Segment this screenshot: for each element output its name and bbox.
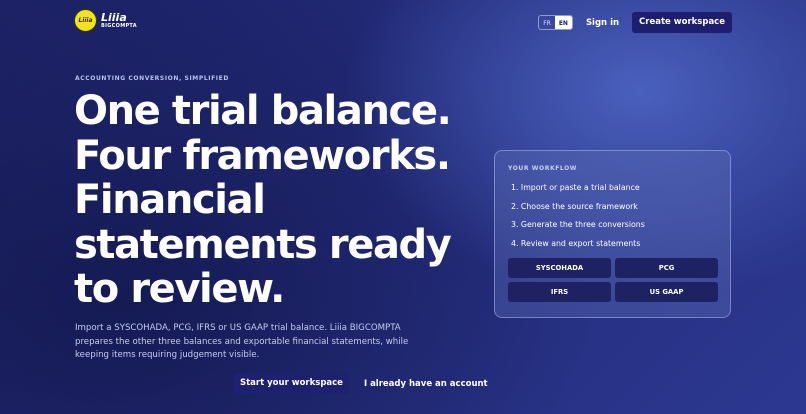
hero-eyebrow: ACCOUNTING CONVERSION, SIMPLIFIED <box>75 75 229 82</box>
framework-grid: SYSCOHADA PCG IFRS US GAAP <box>508 257 718 302</box>
hero-description: Import a SYSCOHADA, PCG, IFRS or US GAAP… <box>75 323 409 360</box>
brand-name: Liiia <box>101 11 127 24</box>
workflow-step: 2. Choose the source framework <box>511 201 638 211</box>
create-workspace-button[interactable]: Create workspace <box>632 12 732 33</box>
headline-line: to review. <box>74 266 285 312</box>
top-nav: FR EN Sign in Create workspace <box>538 12 732 33</box>
brand-logo[interactable]: Liiia Liiia BIGCOMPTA <box>74 9 137 32</box>
workflow-steps: 1. Import or paste a trial balance 2. Ch… <box>508 179 717 254</box>
headline-line: Financial <box>74 177 266 223</box>
headline-line: statements ready <box>74 221 452 268</box>
workflow-step: 3. Generate the three conversions <box>511 220 645 230</box>
start-workspace-button[interactable]: Start your workspace <box>234 373 349 394</box>
hero-cta-row: Start your workspace I already have an a… <box>234 373 488 394</box>
existing-account-link[interactable]: I already have an account <box>364 379 488 389</box>
brand-subtitle: BIGCOMPTA <box>101 23 137 29</box>
workflow-card: YOUR WORKFLOW 1. Import or paste a trial… <box>494 150 731 318</box>
logo-wordmark: Liiia BIGCOMPTA <box>101 12 137 29</box>
hero-headline: One trial balance. Four frameworks. Fina… <box>74 88 452 312</box>
workflow-title: YOUR WORKFLOW <box>508 165 578 172</box>
logo-badge-icon: Liiia <box>74 9 97 32</box>
framework-syscohada-button[interactable]: SYSCOHADA <box>508 257 611 278</box>
lang-option-en[interactable]: EN <box>554 16 572 29</box>
logo-badge-text: Liiia <box>78 17 93 24</box>
lang-option-fr[interactable]: FR <box>539 16 555 29</box>
signin-link[interactable]: Sign in <box>586 18 619 28</box>
workflow-step: 4. Review and export statements <box>511 239 641 249</box>
framework-usgaap-button[interactable]: US GAAP <box>615 281 718 302</box>
language-switcher: FR EN <box>538 15 573 30</box>
workflow-step: 1. Import or paste a trial balance <box>511 183 640 192</box>
headline-line: One trial balance. <box>74 88 452 134</box>
framework-pcg-button[interactable]: PCG <box>615 257 718 278</box>
framework-ifrs-button[interactable]: IFRS <box>508 281 611 302</box>
headline-line: Four frameworks. <box>74 132 451 179</box>
